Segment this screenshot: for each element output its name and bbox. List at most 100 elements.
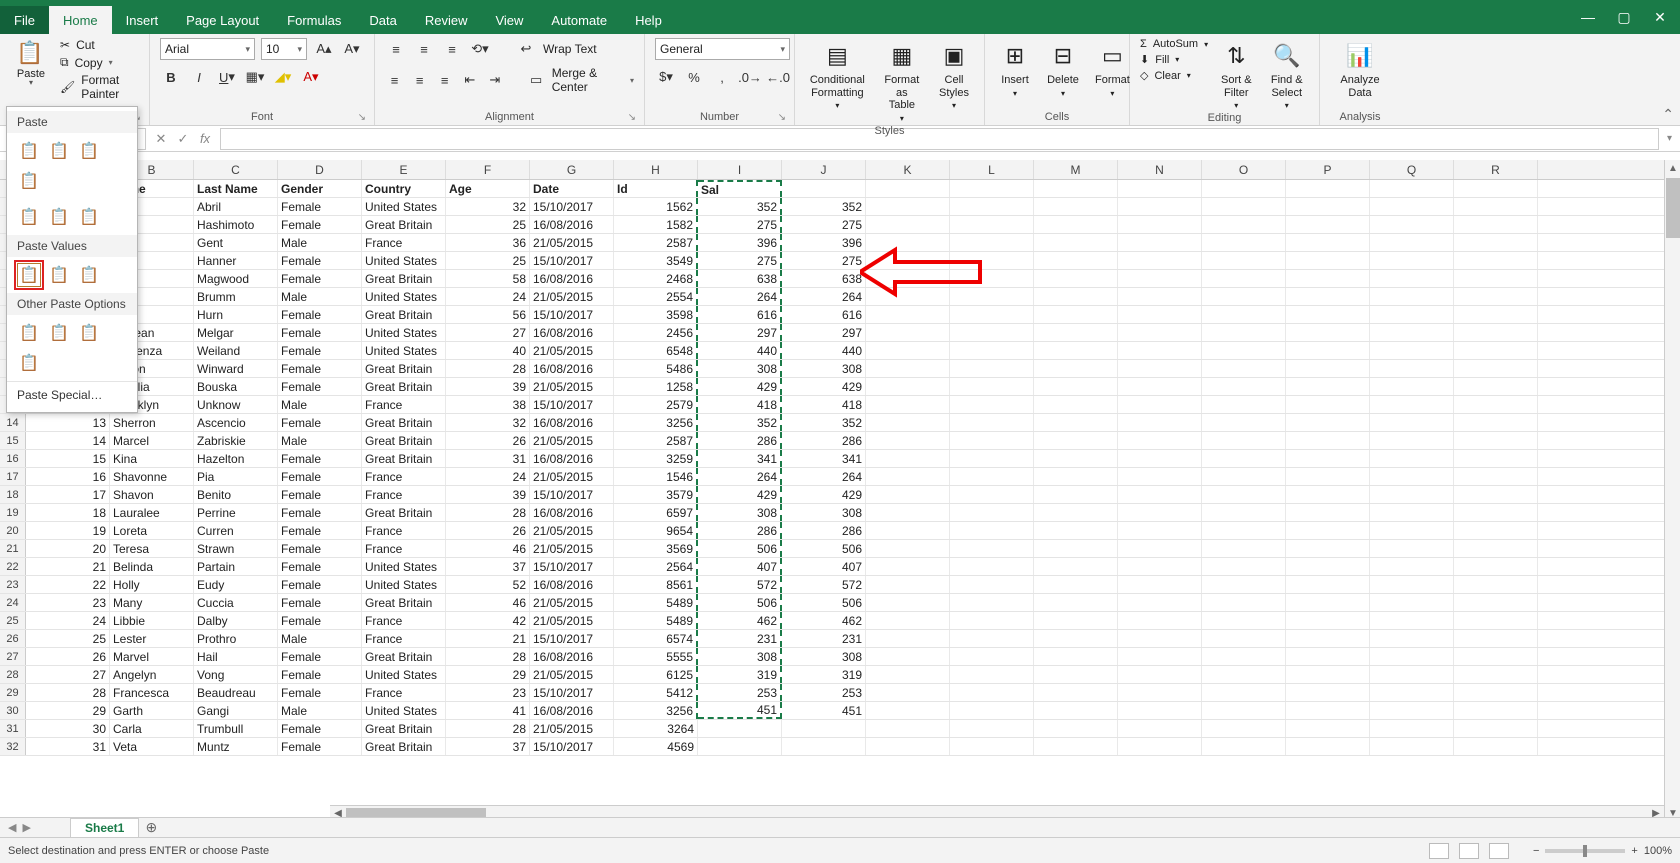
cell[interactable]: 2456 <box>614 324 698 341</box>
cell[interactable]: Hail <box>194 648 278 665</box>
cell[interactable]: Female <box>278 684 362 701</box>
cell[interactable]: 451 <box>698 702 782 719</box>
tab-help[interactable]: Help <box>621 6 676 34</box>
cell[interactable]: 286 <box>782 522 866 539</box>
cell[interactable] <box>950 576 1034 593</box>
cell[interactable] <box>866 342 950 359</box>
tab-data[interactable]: Data <box>355 6 410 34</box>
cell[interactable] <box>1454 666 1538 683</box>
cell[interactable]: 2554 <box>614 288 698 305</box>
cell[interactable] <box>1370 540 1454 557</box>
paste-keep-source-icon[interactable]: 📋 <box>17 169 41 193</box>
cell[interactable]: 1546 <box>614 468 698 485</box>
cell[interactable]: 20 <box>26 540 110 557</box>
cell[interactable]: United States <box>362 666 446 683</box>
zoom-control[interactable]: − + 100% <box>1533 845 1672 857</box>
cell[interactable] <box>1286 252 1370 269</box>
cell[interactable]: Melgar <box>194 324 278 341</box>
cell[interactable]: 15/10/2017 <box>530 558 614 575</box>
align-left-icon[interactable]: ≡ <box>385 69 404 91</box>
cell[interactable]: 29 <box>26 702 110 719</box>
cell[interactable]: 21/05/2015 <box>530 540 614 557</box>
cell[interactable] <box>1034 306 1118 323</box>
spreadsheet-grid[interactable]: ABCDEFGHIJKLMNOPQR 1NameLast NameGenderC… <box>0 160 1680 821</box>
fx-icon[interactable]: fx <box>194 131 216 146</box>
column-header[interactable]: O <box>1202 160 1286 179</box>
find-select-button[interactable]: 🔍Find & Select▾ <box>1264 38 1309 112</box>
cell[interactable] <box>1286 198 1370 215</box>
comma-icon[interactable]: , <box>711 66 733 88</box>
cell[interactable]: United States <box>362 324 446 341</box>
cell[interactable] <box>1370 504 1454 521</box>
cell[interactable] <box>866 522 950 539</box>
cell[interactable] <box>1454 558 1538 575</box>
cell[interactable]: 6597 <box>614 504 698 521</box>
cell[interactable] <box>866 720 950 737</box>
cell[interactable]: 506 <box>782 540 866 557</box>
cell[interactable] <box>1202 702 1286 719</box>
cell[interactable]: 24 <box>446 468 530 485</box>
cell[interactable]: France <box>362 396 446 413</box>
cell[interactable] <box>1202 558 1286 575</box>
cell[interactable]: Carla <box>110 720 194 737</box>
row-header[interactable]: 29 <box>0 684 26 701</box>
cell[interactable] <box>1286 504 1370 521</box>
column-header[interactable]: I <box>698 160 782 179</box>
font-name-combo[interactable]: Arial▾ <box>160 38 255 60</box>
wrap-text-button[interactable]: Wrap Text <box>543 42 597 56</box>
cell[interactable] <box>1118 648 1202 665</box>
cell[interactable]: Female <box>278 666 362 683</box>
cell[interactable]: 352 <box>698 198 782 215</box>
cell[interactable]: 15 <box>26 450 110 467</box>
column-header[interactable]: N <box>1118 160 1202 179</box>
cell[interactable] <box>1286 522 1370 539</box>
cell[interactable] <box>1370 558 1454 575</box>
cell[interactable] <box>1202 594 1286 611</box>
expand-formula-icon[interactable]: ▾ <box>1659 133 1680 144</box>
cell[interactable] <box>1370 216 1454 233</box>
align-bottom-icon[interactable]: ≡ <box>441 38 463 60</box>
merge-center-button[interactable]: Merge & Center <box>552 66 624 94</box>
cell[interactable]: Female <box>278 216 362 233</box>
cell[interactable] <box>950 522 1034 539</box>
paste-no-borders-icon[interactable]: 📋 <box>17 205 41 229</box>
cell[interactable] <box>1118 324 1202 341</box>
cell[interactable]: 36 <box>446 234 530 251</box>
row-header[interactable]: 14 <box>0 414 26 431</box>
cell[interactable] <box>1454 504 1538 521</box>
cell[interactable]: Great Britain <box>362 594 446 611</box>
cell[interactable] <box>1286 396 1370 413</box>
cell[interactable]: Unknow <box>194 396 278 413</box>
cell[interactable]: Great Britain <box>362 504 446 521</box>
fill-button[interactable]: ⬇Fill▾ <box>1140 53 1208 66</box>
cell[interactable] <box>1454 648 1538 665</box>
cell[interactable] <box>1370 180 1454 197</box>
cell[interactable]: 24 <box>26 612 110 629</box>
cell[interactable] <box>866 252 950 269</box>
cell[interactable] <box>866 270 950 287</box>
cell[interactable]: 1562 <box>614 198 698 215</box>
cell[interactable] <box>1286 594 1370 611</box>
cell[interactable] <box>950 432 1034 449</box>
bold-button[interactable]: B <box>160 66 182 88</box>
cell[interactable] <box>950 288 1034 305</box>
cell[interactable]: 27 <box>446 324 530 341</box>
cell[interactable]: France <box>362 486 446 503</box>
cell[interactable] <box>1118 504 1202 521</box>
cell[interactable] <box>1034 288 1118 305</box>
zoom-level[interactable]: 100% <box>1644 845 1672 857</box>
cell[interactable] <box>1034 216 1118 233</box>
cell[interactable] <box>1454 450 1538 467</box>
cell[interactable]: 572 <box>782 576 866 593</box>
cell[interactable] <box>1202 666 1286 683</box>
cell[interactable]: 26 <box>446 522 530 539</box>
row-header[interactable]: 19 <box>0 504 26 521</box>
cell[interactable] <box>1286 378 1370 395</box>
cell[interactable] <box>1034 558 1118 575</box>
cell[interactable] <box>1370 198 1454 215</box>
decrease-font-icon[interactable]: A▾ <box>341 38 363 60</box>
wrap-text-icon[interactable]: ↩ <box>515 38 537 60</box>
cell[interactable] <box>1202 648 1286 665</box>
cell[interactable]: 275 <box>698 252 782 269</box>
column-header[interactable]: H <box>614 160 698 179</box>
